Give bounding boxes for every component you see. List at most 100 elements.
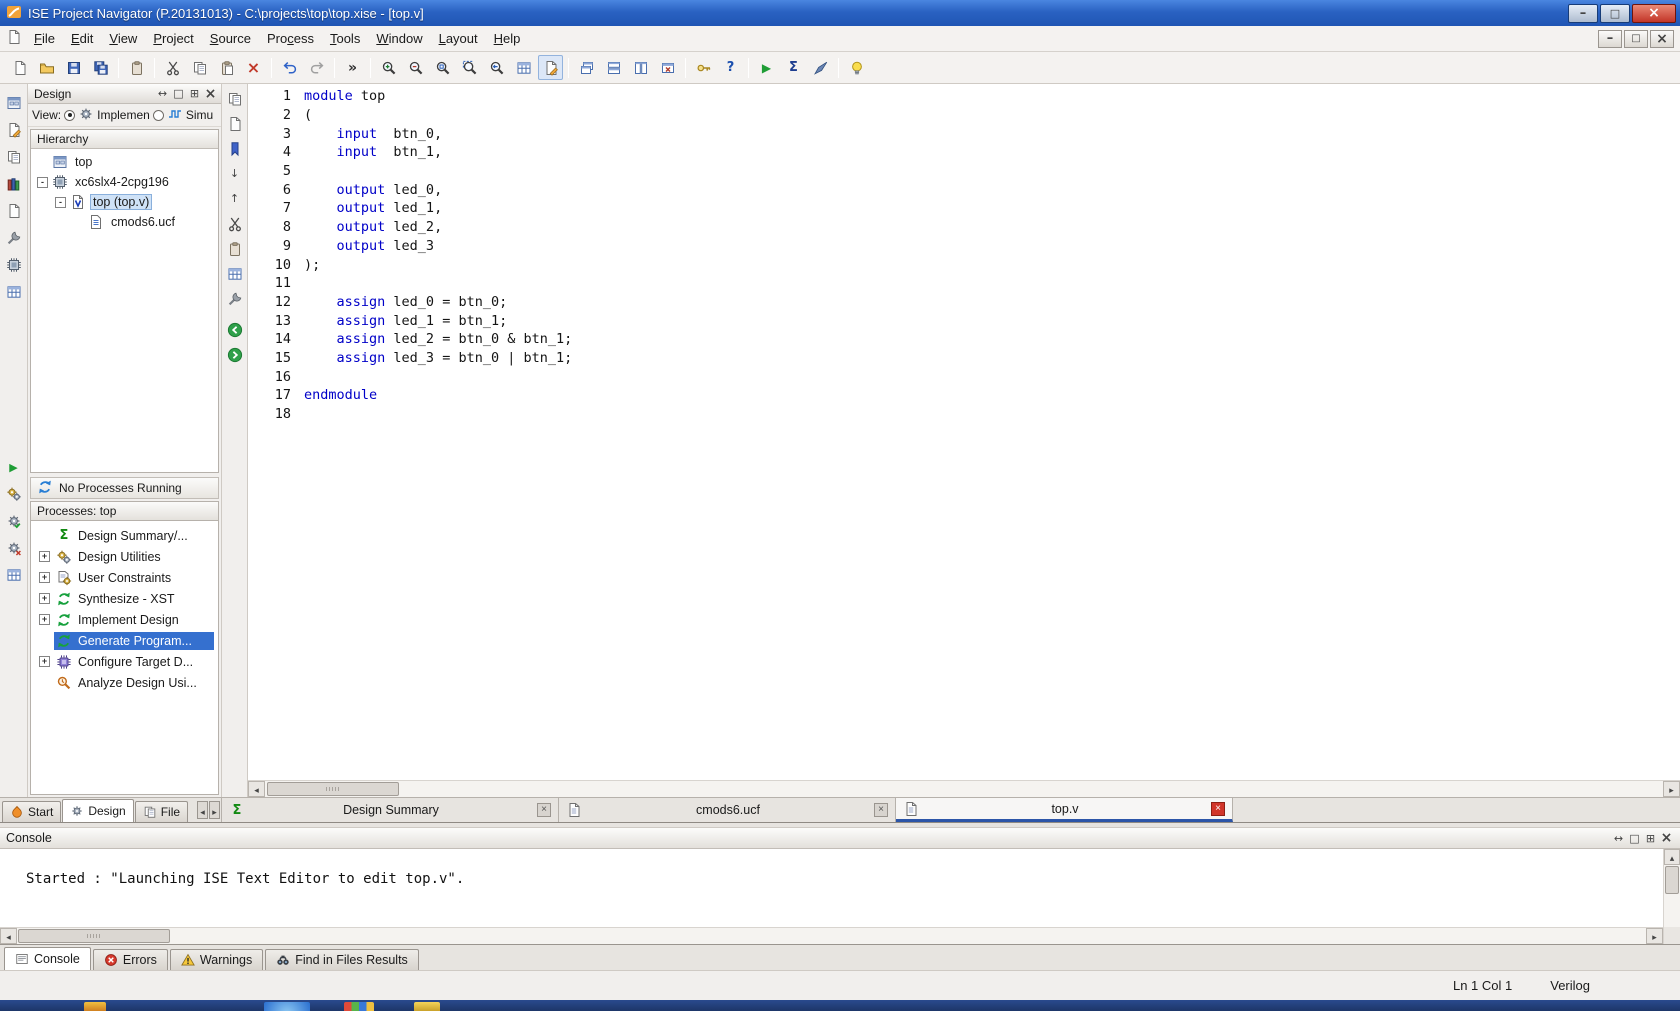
clipboard-button[interactable] bbox=[224, 238, 245, 259]
cascade-button[interactable] bbox=[574, 55, 599, 80]
zoom-prev-button[interactable] bbox=[484, 55, 509, 80]
save-all-button[interactable] bbox=[88, 55, 113, 80]
restore-button[interactable]: □ bbox=[1624, 29, 1648, 48]
table-button[interactable] bbox=[3, 281, 25, 303]
process-item[interactable]: + Design Utilities bbox=[31, 546, 218, 567]
minimize-button[interactable]: – bbox=[1598, 29, 1622, 48]
editor-scroll-left-button[interactable]: ◂ bbox=[248, 781, 265, 797]
menu-project[interactable]: Project bbox=[145, 28, 201, 49]
menu-edit[interactable]: Edit bbox=[63, 28, 101, 49]
console-tab-console[interactable]: Console bbox=[4, 947, 91, 970]
taskbar-app-icon-4[interactable] bbox=[414, 1002, 440, 1011]
nav-forward-button[interactable] bbox=[224, 344, 245, 365]
console-scroll-up-button[interactable]: ▴ bbox=[1664, 849, 1680, 865]
simulation-radio[interactable] bbox=[152, 109, 164, 121]
minimize-button[interactable]: – bbox=[1568, 3, 1598, 23]
tree-item[interactable]: top bbox=[31, 152, 218, 172]
editor-hscrollbar[interactable]: ◂ ▸ bbox=[248, 780, 1680, 797]
tab-close-icon[interactable]: × bbox=[537, 803, 551, 817]
maximize-button[interactable]: □ bbox=[1600, 3, 1630, 23]
menu-process[interactable]: Process bbox=[259, 28, 322, 49]
editor-tab[interactable]: top.v × bbox=[896, 798, 1233, 822]
delete-button[interactable]: × bbox=[241, 55, 266, 80]
run-button[interactable]: ▶ bbox=[754, 55, 779, 80]
gears-button[interactable] bbox=[3, 483, 25, 505]
grid-button[interactable] bbox=[224, 263, 245, 284]
editor-tab[interactable]: cmods6.ucf × bbox=[559, 798, 896, 822]
implementation-radio[interactable] bbox=[64, 109, 76, 121]
taskbar-app-icon-1[interactable] bbox=[84, 1002, 106, 1011]
pages-button[interactable] bbox=[224, 88, 245, 109]
tree-expander[interactable]: - bbox=[55, 196, 66, 208]
taskbar-app-icon-3[interactable] bbox=[344, 1002, 374, 1011]
console-hscrollbar[interactable]: ◂ ▸ bbox=[0, 927, 1663, 944]
process-item[interactable]: Generate Program... bbox=[31, 630, 218, 651]
gear-x-button[interactable] bbox=[3, 537, 25, 559]
key-button[interactable] bbox=[691, 55, 716, 80]
overflow-button[interactable]: » bbox=[340, 55, 365, 80]
close-button[interactable]: × bbox=[1632, 3, 1676, 23]
tile-vertical-button[interactable] bbox=[628, 55, 653, 80]
chip-button[interactable] bbox=[3, 254, 25, 276]
close-button[interactable]: × bbox=[203, 87, 218, 101]
wrench-button[interactable] bbox=[224, 288, 245, 309]
editor-tab[interactable]: Σ Design Summary × bbox=[222, 798, 559, 822]
editor-pane[interactable]: 1 module top 2(3 input btn_0, 4 input btn_1… bbox=[248, 84, 1680, 797]
menu-view[interactable]: View bbox=[101, 28, 145, 49]
panel-tab-start[interactable]: Start bbox=[2, 801, 62, 822]
tab-close-icon[interactable]: × bbox=[1211, 801, 1225, 816]
zoom-full-button[interactable] bbox=[430, 55, 455, 80]
panel-tab-file[interactable]: File bbox=[134, 801, 189, 822]
tree-item[interactable]: - xc6slx4-2cpg196 bbox=[31, 172, 218, 192]
close-window-button[interactable] bbox=[655, 55, 680, 80]
process-item[interactable]: + Configure Target D... bbox=[31, 651, 218, 672]
copy-button[interactable] bbox=[187, 55, 212, 80]
redo-button[interactable] bbox=[304, 55, 329, 80]
console-vscroll-thumb[interactable] bbox=[1665, 866, 1679, 894]
tree-item[interactable]: cmods6.ucf bbox=[31, 212, 218, 232]
tree-expander[interactable]: - bbox=[37, 176, 48, 188]
dock-button[interactable]: ⊞ bbox=[1643, 831, 1658, 845]
code-area[interactable]: 1 module top 2(3 input btn_0, 4 input btn_1… bbox=[248, 84, 1680, 780]
lightbulb-button[interactable] bbox=[844, 55, 869, 80]
console-scroll-left-button[interactable]: ◂ bbox=[0, 928, 17, 944]
tab-close-icon[interactable]: × bbox=[874, 803, 888, 817]
editor-scroll-right-button[interactable]: ▸ bbox=[1663, 781, 1680, 797]
panel-tabs-scroll-left-button[interactable]: ◂ bbox=[197, 801, 208, 819]
cut-button[interactable] bbox=[160, 55, 185, 80]
close-button[interactable]: × bbox=[1659, 831, 1674, 845]
process-expander[interactable]: + bbox=[39, 593, 50, 604]
paste-button[interactable] bbox=[214, 55, 239, 80]
window-button[interactable] bbox=[3, 92, 25, 114]
console-output[interactable]: Started : "Launching ISE Text Editor to … bbox=[0, 849, 1663, 927]
process-item[interactable]: Analyze Design Usi... bbox=[31, 672, 218, 693]
console-hscroll-track[interactable] bbox=[17, 928, 1646, 944]
grid-button[interactable] bbox=[511, 55, 536, 80]
panel-tab-design[interactable]: Design bbox=[62, 799, 134, 822]
console-scroll-right-button[interactable]: ▸ bbox=[1646, 928, 1663, 944]
table-button[interactable] bbox=[3, 564, 25, 586]
nav-back-button[interactable] bbox=[224, 319, 245, 340]
dock-button[interactable]: ⊞ bbox=[187, 87, 202, 101]
page-edit-button[interactable] bbox=[3, 119, 25, 141]
process-item[interactable]: Σ Design Summary/... bbox=[31, 525, 218, 546]
gear-check-button[interactable] bbox=[3, 510, 25, 532]
tree-item[interactable]: - top (top.v) bbox=[31, 192, 218, 212]
float-button[interactable]: ↔ bbox=[1611, 831, 1626, 845]
whats-this-button[interactable]: ? bbox=[718, 55, 743, 80]
tile-horizontal-button[interactable] bbox=[601, 55, 626, 80]
zoom-in-button[interactable] bbox=[376, 55, 401, 80]
maximize-button[interactable]: □ bbox=[171, 87, 186, 101]
sigma-button[interactable]: Σ bbox=[781, 55, 806, 80]
process-expander[interactable]: + bbox=[39, 656, 50, 667]
menu-window[interactable]: Window bbox=[368, 28, 430, 49]
taskbar-app-icon-2[interactable] bbox=[264, 1002, 310, 1011]
float-button[interactable]: ↔ bbox=[155, 87, 170, 101]
open-folder-button[interactable] bbox=[34, 55, 59, 80]
editor-hscroll-track[interactable] bbox=[265, 781, 1663, 797]
save-button[interactable] bbox=[61, 55, 86, 80]
menu-help[interactable]: Help bbox=[486, 28, 529, 49]
console-vscroll-track[interactable] bbox=[1664, 865, 1680, 928]
bookmark-button[interactable] bbox=[224, 138, 245, 159]
process-expander[interactable]: + bbox=[39, 551, 50, 562]
